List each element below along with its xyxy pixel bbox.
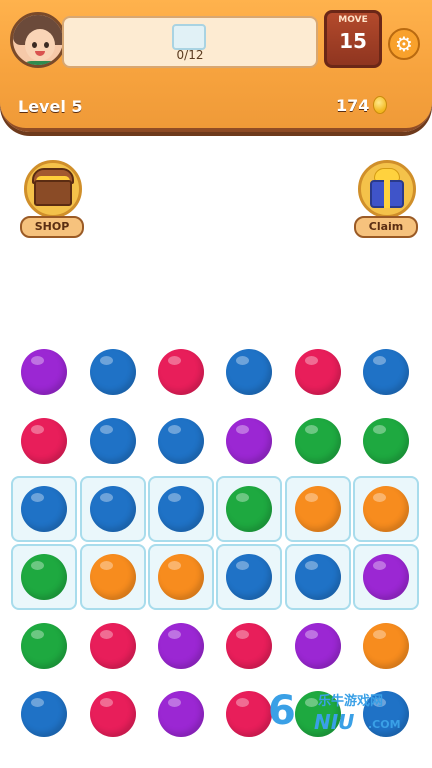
ball-blue[interactable] [295, 554, 341, 600]
ball-red[interactable] [90, 691, 136, 737]
site-watermark: 6 乐牛游戏网 NIU .COM [268, 684, 418, 744]
ball-red[interactable] [226, 623, 272, 669]
ball-red[interactable] [295, 349, 341, 395]
avatar-face [25, 29, 55, 61]
ball-purple[interactable] [158, 623, 204, 669]
level-label: Level 5 [18, 97, 83, 116]
ball-blue[interactable] [21, 486, 67, 532]
ball-orange[interactable] [158, 554, 204, 600]
ball-green[interactable] [363, 418, 409, 464]
gear-icon: ⚙ [395, 32, 413, 56]
moves-label: MOVE [338, 15, 368, 25]
watermark-digit: 6 [268, 688, 296, 734]
ball-purple[interactable] [226, 418, 272, 464]
moves-value: 15 [339, 29, 367, 53]
ball-blue[interactable] [226, 554, 272, 600]
settings-button[interactable]: ⚙ [388, 28, 420, 60]
ball-green[interactable] [21, 623, 67, 669]
watermark-cn: 乐牛游戏网 [318, 694, 384, 709]
ball-orange[interactable] [90, 554, 136, 600]
ball-red[interactable] [21, 418, 67, 464]
claim-label: Claim [354, 216, 418, 238]
watermark-com: .COM [368, 718, 401, 731]
ball-blue[interactable] [158, 486, 204, 532]
avatar[interactable] [10, 12, 66, 68]
claim-button[interactable]: Claim [354, 156, 420, 240]
ball-blue[interactable] [363, 349, 409, 395]
ball-blue[interactable] [90, 349, 136, 395]
avatar-left-eye [32, 42, 37, 48]
goal-progress-text: 0/12 [176, 48, 204, 62]
ball-green[interactable] [21, 554, 67, 600]
ball-green[interactable] [295, 418, 341, 464]
ball-blue[interactable] [21, 691, 67, 737]
goal-progress-panel: 0/12 [62, 16, 318, 68]
ball-purple[interactable] [295, 623, 341, 669]
ball-blue[interactable] [90, 418, 136, 464]
ball-orange[interactable] [295, 486, 341, 532]
moves-counter: MOVE 15 [324, 10, 382, 68]
ball-red[interactable] [158, 349, 204, 395]
ball-red[interactable] [226, 691, 272, 737]
ball-orange[interactable] [363, 623, 409, 669]
ball-purple[interactable] [363, 554, 409, 600]
coin-balance: 174 [336, 96, 388, 115]
avatar-shirt [21, 61, 61, 65]
shop-button[interactable]: SHOP [20, 156, 86, 240]
ball-blue[interactable] [226, 349, 272, 395]
goal-slot [172, 24, 206, 50]
coin-icon [373, 96, 388, 114]
avatar-right-eye [44, 42, 49, 48]
ball-blue[interactable] [158, 418, 204, 464]
ball-purple[interactable] [21, 349, 67, 395]
ball-green[interactable] [226, 486, 272, 532]
ball-purple[interactable] [158, 691, 204, 737]
ball-blue[interactable] [90, 486, 136, 532]
ball-red[interactable] [90, 623, 136, 669]
ball-orange[interactable] [363, 486, 409, 532]
shop-label: SHOP [20, 216, 84, 238]
coin-count: 174 [336, 96, 370, 115]
watermark-en: NIU [314, 710, 355, 734]
